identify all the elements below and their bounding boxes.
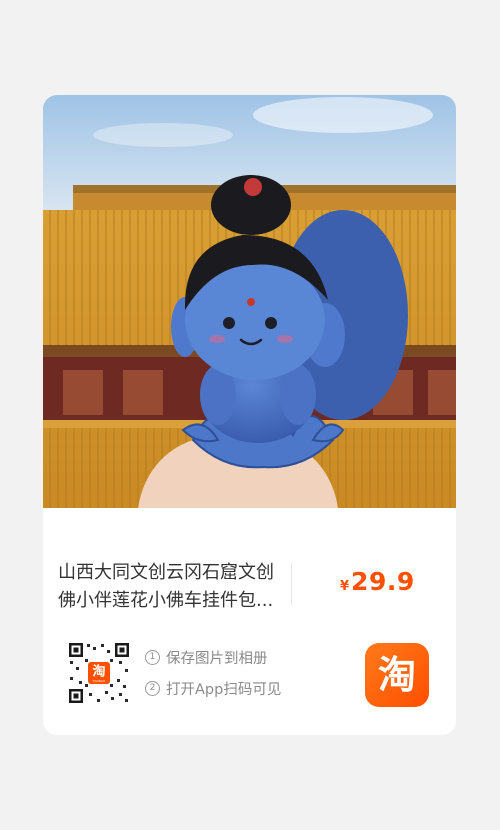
qr-logo-text: 淘	[92, 664, 105, 680]
step-label: 打开App扫码可见	[166, 681, 282, 698]
step-number: 2	[145, 680, 160, 696]
qr-logo-subtext: TAOBAO	[92, 679, 106, 683]
product-photo	[43, 95, 456, 508]
price-currency: ¥	[340, 579, 350, 594]
step-label: 保存图片到相册	[166, 650, 268, 667]
qr-code: 淘 TAOBAO	[67, 641, 131, 705]
taobao-logo-icon: 淘	[365, 643, 429, 707]
step-save-image: 1 保存图片到相册	[145, 647, 281, 667]
product-price: ¥29.9	[340, 567, 415, 596]
product-title: 山西大同文创云冈石窟文创佛小伴莲花小佛车挂件包...	[58, 562, 274, 611]
title-price-divider	[291, 563, 292, 605]
share-steps: 1 保存图片到相册 2 打开App扫码可见	[145, 647, 281, 709]
step-open-app-scan: 2 打开App扫码可见	[145, 678, 281, 698]
taobao-logo-char: 淘	[377, 653, 416, 697]
step-number: 1	[145, 649, 160, 665]
product-share-card: 山西大同文创云冈石窟文创佛小伴莲花小佛车挂件包... ¥29.9 淘 TAOBA…	[43, 95, 456, 735]
price-amount: 29.9	[351, 567, 415, 596]
